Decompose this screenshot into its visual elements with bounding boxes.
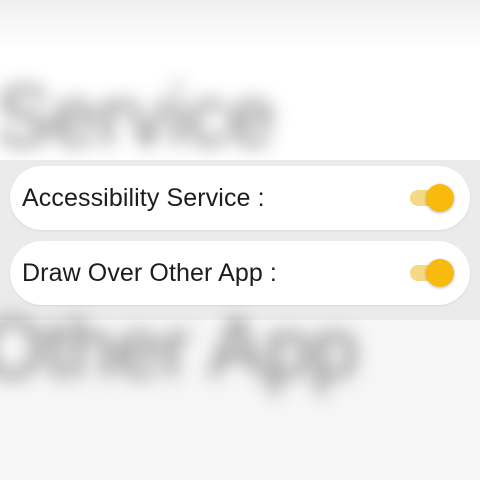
- draw-over-other-app-row[interactable]: Draw Over Other App :: [10, 241, 470, 305]
- draw-over-other-app-label: Draw Over Other App :: [22, 258, 277, 287]
- screen: y Service Other App Accessibility Servic…: [0, 0, 480, 480]
- draw-over-other-app-toggle[interactable]: [410, 258, 454, 288]
- accessibility-service-row[interactable]: Accessibility Service :: [10, 166, 470, 230]
- background-top: y Service: [0, 0, 480, 163]
- blurred-background-text-bottom: Other App: [0, 301, 359, 395]
- toggle-thumb: [426, 184, 454, 212]
- blurred-background-text-top: y Service: [0, 69, 276, 163]
- toggle-thumb: [426, 259, 454, 287]
- accessibility-service-label: Accessibility Service :: [22, 183, 265, 212]
- accessibility-service-toggle[interactable]: [410, 183, 454, 213]
